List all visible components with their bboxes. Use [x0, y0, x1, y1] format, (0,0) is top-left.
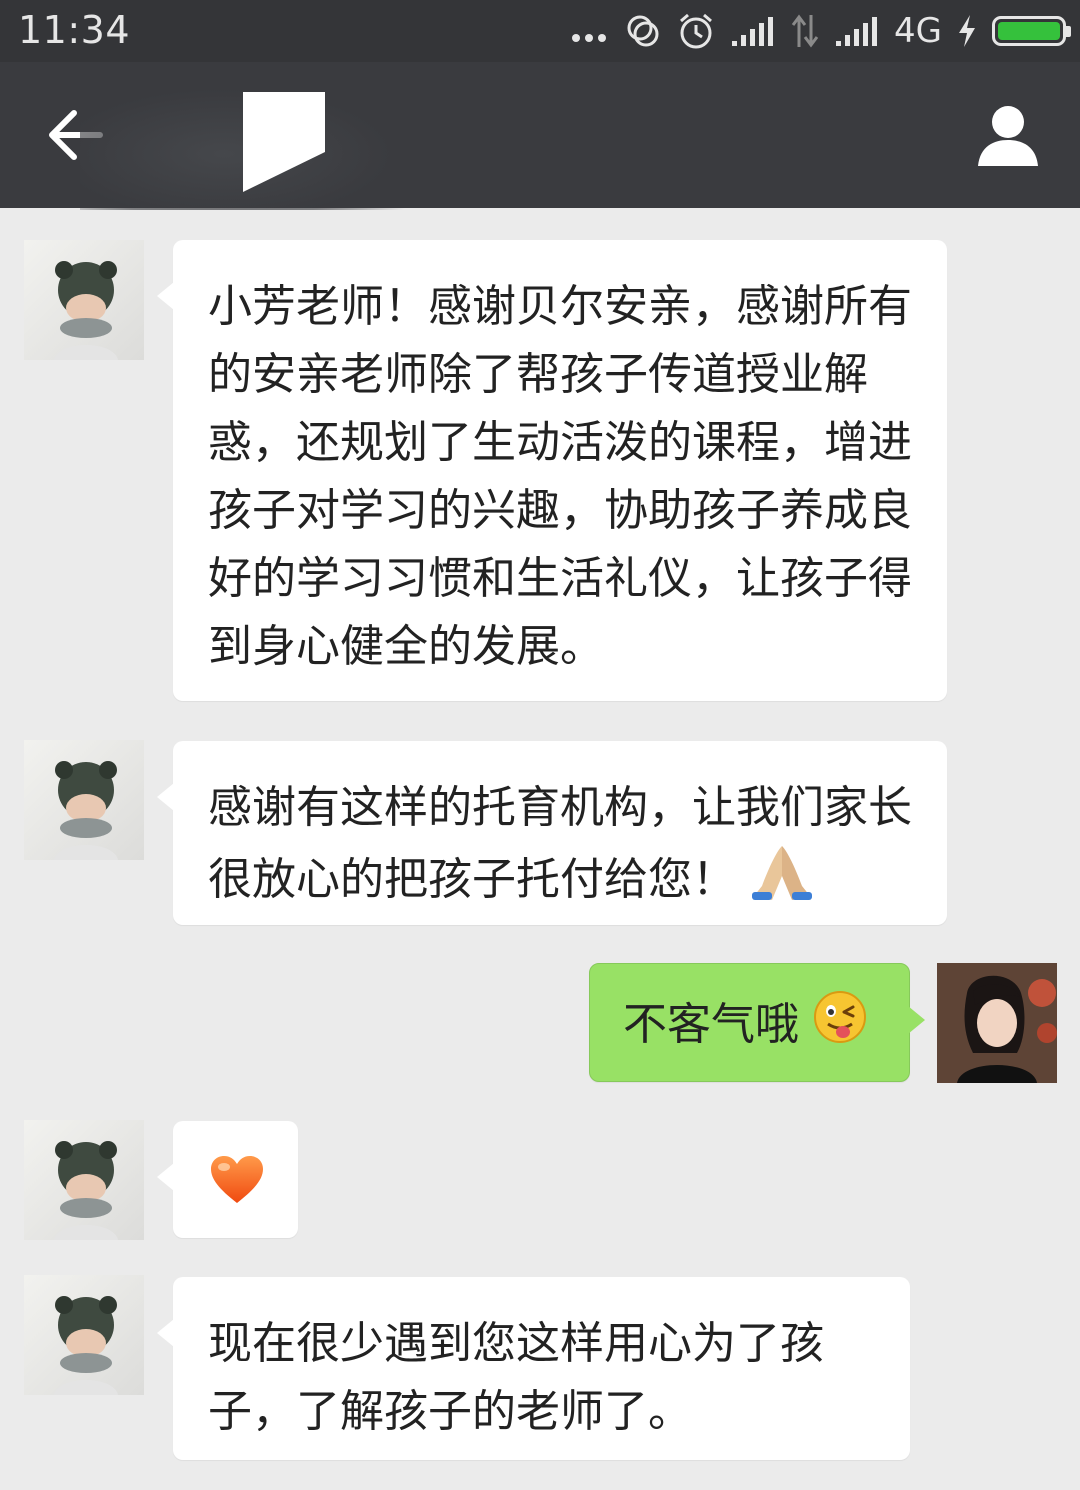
signal-icon: [834, 15, 880, 47]
status-time: 11:34: [18, 8, 131, 52]
message-bubble-outgoing[interactable]: 不客气哦: [589, 963, 925, 1082]
data-arrows-icon: [790, 13, 820, 49]
message-bubble-incoming[interactable]: 小芳老师！感谢贝尔安亲，感谢所有的安亲老师除了帮孩子传道授业解惑，还规划了生动活…: [157, 240, 947, 701]
status-bar: 11:34 4G: [0, 0, 1080, 62]
woman-avatar-image: [937, 963, 1057, 1083]
battery-icon: [992, 16, 1071, 46]
my-avatar[interactable]: [937, 963, 1057, 1083]
message-bubble-incoming[interactable]: 感谢有这样的托育机构，让我们家长很放心的把孩子托付给您！: [157, 741, 947, 925]
orange-heart-emoji: [209, 1155, 265, 1225]
alarm-icon: [676, 11, 716, 51]
charging-icon: [956, 13, 978, 49]
status-icons: 4G: [570, 6, 1071, 56]
sender-avatar[interactable]: [24, 240, 144, 360]
baby-avatar-image: [54, 1296, 118, 1395]
sender-avatar[interactable]: [24, 1275, 144, 1395]
network-type: 4G: [894, 11, 942, 51]
message-text: 现在很少遇到您这样用心为了孩子，了解孩子的老师了。: [208, 1318, 824, 1437]
message-text: 小芳老师！感谢贝尔安亲，感谢所有的安亲老师除了帮孩子传道授业解惑，还规划了生动活…: [208, 281, 912, 672]
sync-icon: [624, 12, 662, 50]
sender-avatar[interactable]: [24, 1120, 144, 1240]
baby-avatar-image: [54, 261, 118, 360]
baby-avatar-image: [54, 761, 118, 860]
message-text: 不客气哦: [623, 999, 799, 1050]
message-bubble-incoming[interactable]: 现在很少遇到您这样用心为了孩子，了解孩子的老师了。: [157, 1277, 910, 1460]
person-icon: [978, 106, 1038, 166]
winking-tongue-emoji: [813, 990, 867, 1064]
more-dots-icon: [570, 16, 610, 46]
folded-hands-emoji: [750, 842, 814, 922]
chat-info-button[interactable]: [972, 98, 1044, 170]
signal-icon: [730, 15, 776, 47]
sender-avatar[interactable]: [24, 740, 144, 860]
message-bubble-incoming[interactable]: [157, 1121, 298, 1238]
baby-avatar-image: [54, 1141, 118, 1240]
